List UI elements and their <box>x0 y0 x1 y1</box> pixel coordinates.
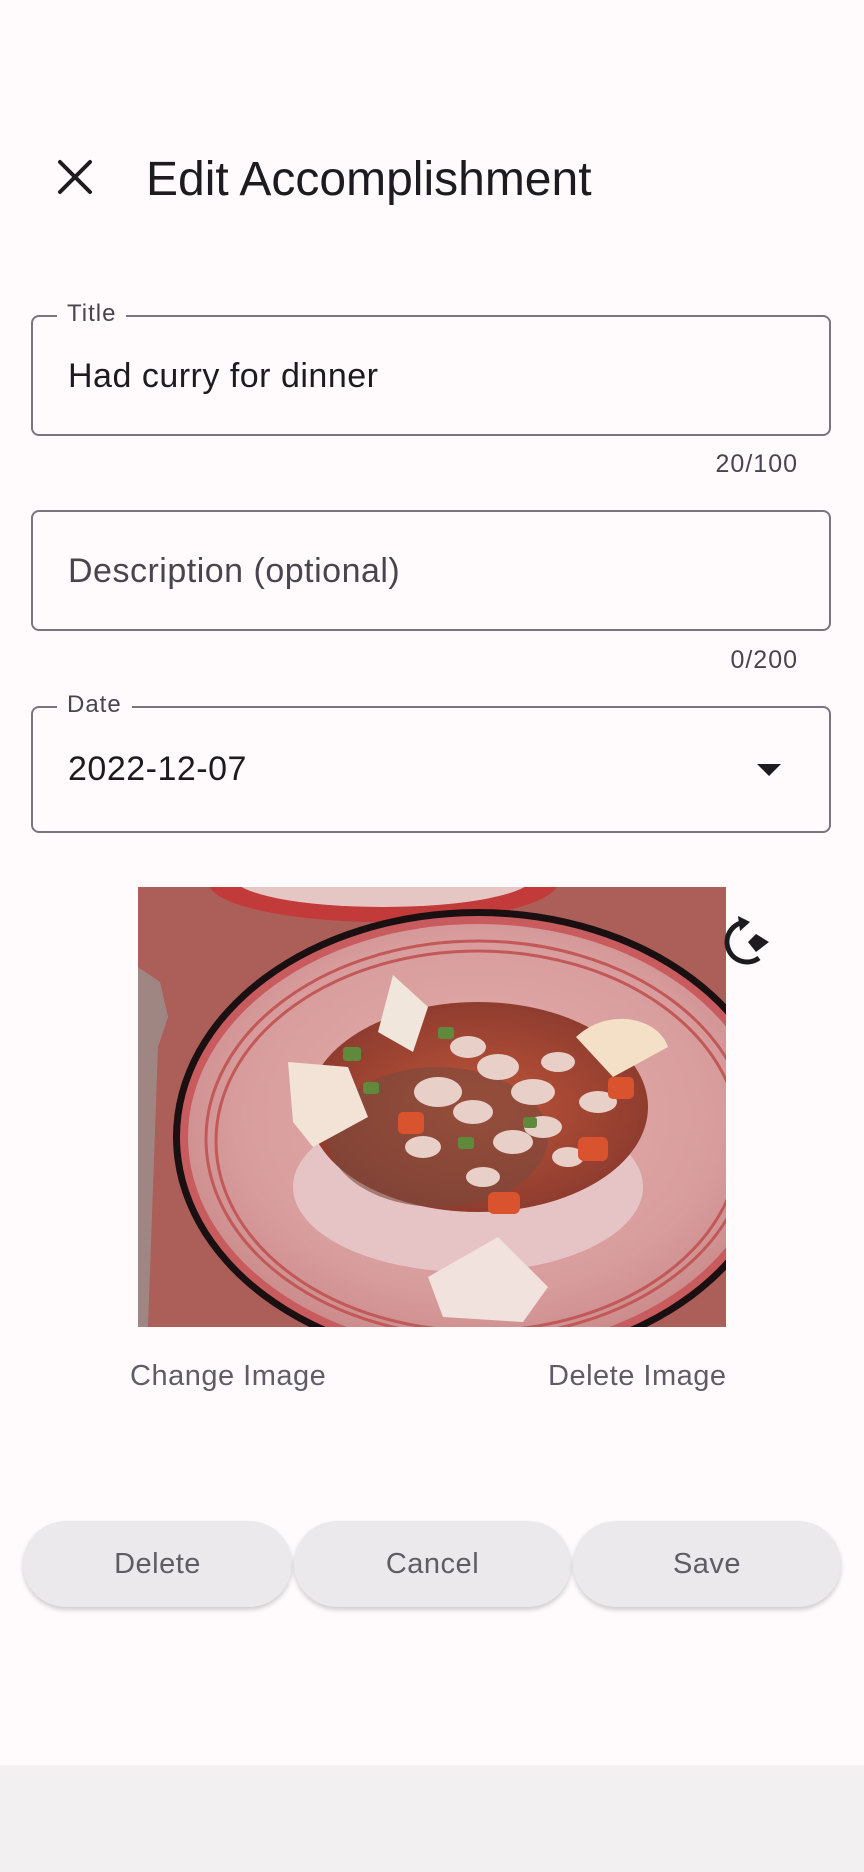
top-app-bar: Edit Accomplishment <box>0 120 864 240</box>
system-navigation-bar <box>0 1765 864 1872</box>
arrow-drop-down-icon[interactable] <box>757 764 781 776</box>
delete-image-button[interactable]: Delete Image <box>548 1360 727 1393</box>
title-input[interactable]: Had curry for dinner <box>68 357 378 396</box>
curry-plate-image <box>138 887 726 1327</box>
accomplishment-photo <box>138 887 726 1327</box>
date-value: 2022-12-07 <box>68 750 247 788</box>
date-field-label: Date <box>57 691 132 719</box>
date-field[interactable]: Date 2022-12-07 <box>31 691 831 833</box>
close-button[interactable] <box>40 142 110 212</box>
cancel-button[interactable]: Cancel <box>294 1521 571 1607</box>
change-image-button[interactable]: Change Image <box>130 1360 326 1393</box>
delete-button[interactable]: Delete <box>23 1521 292 1607</box>
page-title: Edit Accomplishment <box>146 153 592 206</box>
rotate-icon <box>724 916 769 965</box>
title-field[interactable]: Title Had curry for dinner <box>31 300 831 436</box>
description-field[interactable]: Description (optional) <box>31 510 831 631</box>
rotate-image-button[interactable] <box>716 912 776 972</box>
save-button[interactable]: Save <box>573 1521 841 1607</box>
title-field-label: Title <box>57 300 127 328</box>
description-input[interactable]: Description (optional) <box>68 552 400 591</box>
close-icon <box>58 160 92 194</box>
description-char-counter: 0/200 <box>730 646 798 674</box>
title-char-counter: 20/100 <box>715 450 798 478</box>
